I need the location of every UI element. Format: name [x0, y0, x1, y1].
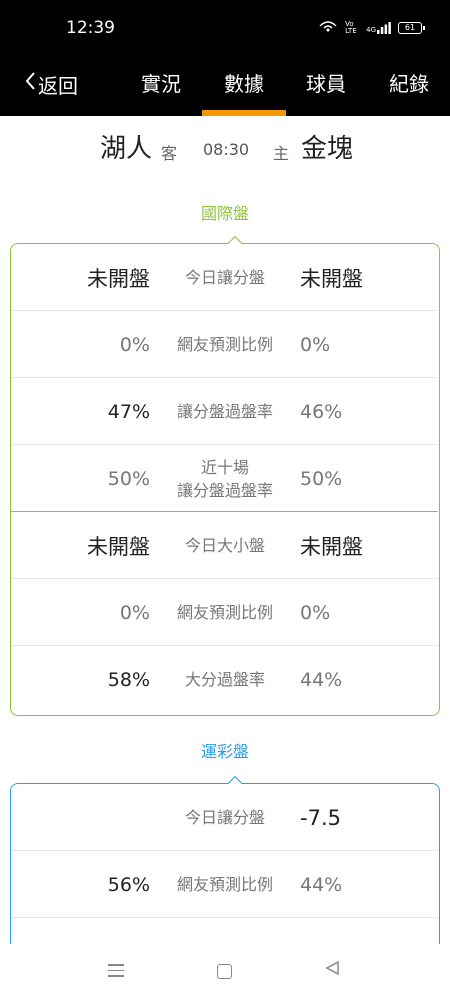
- status-icons: Vo LTE 4G 61: [318, 19, 425, 35]
- sports-lottery-odds-title: 運彩盤: [200, 742, 249, 761]
- row-label: 今日讓分盤: [184, 268, 265, 287]
- row-label: 今日讓分盤: [184, 808, 265, 827]
- row-label: 網友預測比例: [176, 875, 273, 894]
- back-button[interactable]: 返回: [24, 68, 78, 100]
- 4g-signal-icon: 4G: [366, 21, 391, 34]
- wifi-signal-icon: [318, 20, 338, 35]
- back-label: 返回: [38, 73, 78, 98]
- status-time: 12:39: [66, 18, 115, 38]
- home-tag: 主: [273, 144, 290, 163]
- menu-icon[interactable]: [108, 964, 124, 978]
- row-label: 今日大小盤: [184, 536, 265, 555]
- chevron-left-icon: [24, 71, 36, 97]
- active-tab-indicator: [202, 110, 286, 116]
- away-value: 58%: [107, 668, 150, 691]
- home-team-name: 金塊: [301, 134, 354, 164]
- home-value: -7.5: [300, 805, 341, 830]
- home-value: 46%: [300, 400, 343, 423]
- row-label: 近十場 讓分盤過盤率: [176, 457, 273, 500]
- away-value: 50%: [107, 467, 150, 490]
- row-label: 讓分盤過盤率: [176, 402, 273, 421]
- match-header: 湖人 客 08:30 主 金塊: [0, 126, 450, 170]
- table-row: 50% 近十場 讓分盤過盤率 50%: [11, 445, 438, 512]
- tab-data[interactable]: 數據: [214, 68, 274, 100]
- row-label: 網友預測比例: [176, 335, 273, 354]
- away-value: 未開盤: [87, 534, 150, 559]
- tab-records[interactable]: 紀錄: [379, 68, 439, 100]
- home-icon[interactable]: [217, 964, 232, 979]
- row-label: 網友預測比例: [176, 603, 273, 622]
- away-value: 未開盤: [87, 266, 150, 291]
- away-team-name: 湖人: [100, 134, 153, 164]
- table-row: 今日讓分盤 -7.5: [11, 784, 438, 851]
- table-row: 58% 大分過盤率 44%: [11, 646, 438, 713]
- battery-icon: 61: [398, 21, 425, 34]
- table-row: 56% 網友預測比例 44%: [11, 851, 438, 918]
- table-row: 0% 網友預測比例 0%: [11, 579, 438, 646]
- home-value: 44%: [300, 873, 343, 896]
- row-label: 大分過盤率: [184, 670, 265, 689]
- away-value: 56%: [107, 873, 150, 896]
- back-icon[interactable]: [324, 960, 340, 981]
- system-navigation-bar: [0, 944, 450, 1000]
- away-value: 47%: [107, 400, 150, 423]
- home-value: 未開盤: [300, 534, 363, 559]
- away-value: 0%: [119, 333, 150, 356]
- table-row: 未開盤 今日大小盤 未開盤: [11, 512, 438, 579]
- status-bar: 12:39 Vo LTE 4G 61: [0, 0, 450, 56]
- match-time: 08:30: [203, 140, 250, 159]
- home-value: 0%: [300, 333, 331, 356]
- international-odds-panel: 未開盤 今日讓分盤 未開盤 0% 網友預測比例 0% 47% 讓分盤過盤率 46…: [10, 235, 440, 716]
- international-odds-title: 國際盤: [200, 204, 249, 223]
- volte-icon: Vo LTE: [345, 19, 357, 35]
- home-value: 50%: [300, 467, 343, 490]
- home-value: 0%: [300, 601, 331, 624]
- table-row: 未開盤 今日讓分盤 未開盤: [11, 244, 438, 311]
- away-tag: 客: [161, 144, 178, 163]
- table-row: 0% 網友預測比例 0%: [11, 311, 438, 378]
- tab-players[interactable]: 球員: [296, 68, 356, 100]
- away-value: 0%: [119, 601, 150, 624]
- home-value: 44%: [300, 668, 343, 691]
- nav-bar: 返回 實況 數據 球員 紀錄: [0, 56, 450, 116]
- home-value: 未開盤: [300, 266, 363, 291]
- tab-live[interactable]: 實況: [131, 68, 191, 100]
- table-row: 47% 讓分盤過盤率 46%: [11, 378, 438, 445]
